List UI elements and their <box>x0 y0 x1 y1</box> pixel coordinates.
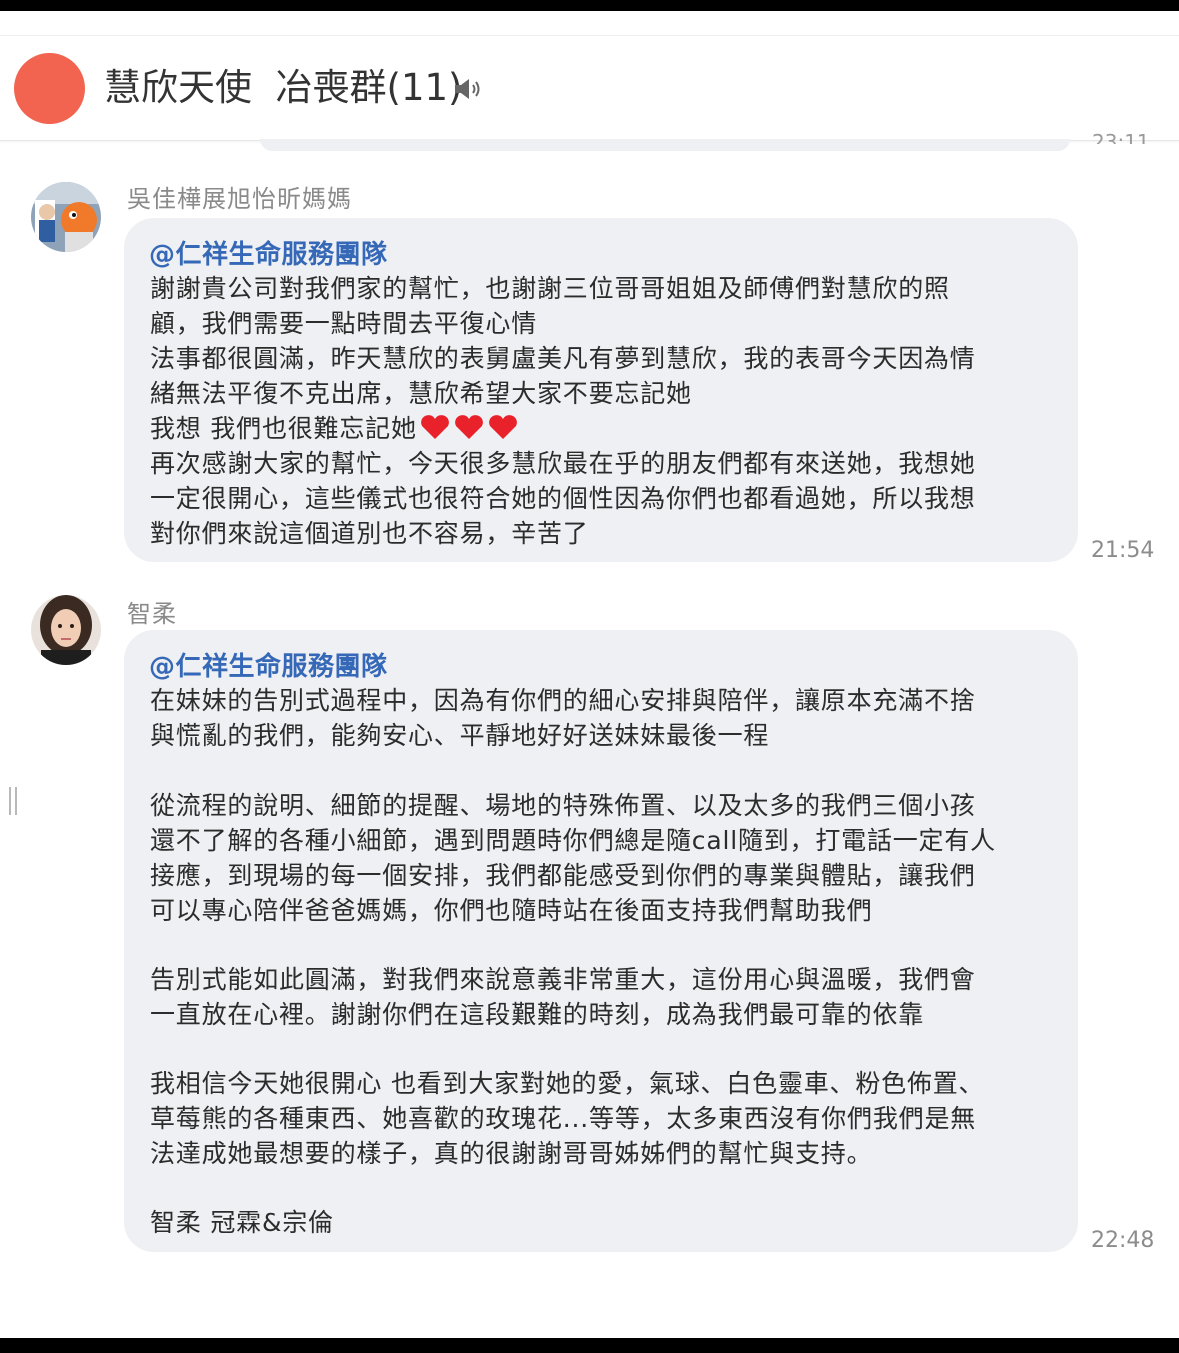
sender-name: 智柔 <box>127 600 177 628</box>
status-bar <box>0 0 1179 11</box>
heart-icon <box>453 414 485 446</box>
bottom-bar <box>0 1338 1179 1353</box>
message-line: 還不了解的各種小細節，遇到問題時你們總是隨call隨到，打電話一定有人 <box>150 826 996 855</box>
message-line: 接應，到現場的每一個安排，我們都能感受到你們的專業與體貼，讓我們 <box>150 861 976 890</box>
message-line: 與慌亂的我們，能夠安心、平靜地好好送妹妹最後一程 <box>150 721 770 750</box>
message-line: 從流程的說明、細節的提醒、場地的特殊佈置、以及太多的我們三個小孩 <box>150 791 976 820</box>
message-signature: 智柔 冠霖&宗倫 <box>150 1208 334 1237</box>
message-line: 顧，我們需要一點時間去平復心情 <box>150 309 538 338</box>
mention-link[interactable]: @仁祥生命服務團隊 <box>149 646 388 683</box>
heart-icon <box>419 414 451 446</box>
message-bubble[interactable]: @仁祥生命服務團隊 在妹妹的告別式過程中，因為有你們的細心安排與陪伴，讓原本充滿… <box>124 630 1078 1252</box>
heart-icon <box>487 414 519 446</box>
sender-avatar[interactable] <box>31 595 101 665</box>
message-line: 法事都很圓滿，昨天慧欣的表舅盧美凡有夢到慧欣，我的表哥今天因為情 <box>150 344 976 373</box>
message-line: 謝謝貴公司對我們家的幫忙，也謝謝三位哥哥姐姐及師傅們對慧欣的照 <box>150 274 950 303</box>
sender-avatar[interactable] <box>31 182 101 252</box>
chat-header: 慧欣天使 冶喪群(11) <box>0 35 1179 141</box>
message-line: 對你們來說這個道別也不容易，辛苦了 <box>150 519 589 548</box>
message-line: 一定很開心，這些儀式也很符合她的個性因為你們也都看過她，所以我想 <box>150 484 976 513</box>
message-line: 草莓熊的各種東西、她喜歡的玫瑰花...等等，太多東西沒有你們我們是無 <box>150 1104 977 1133</box>
panel-resize-handle[interactable] <box>9 787 21 815</box>
message-line: 我相信今天她很開心 也看到大家對她的愛，氣球、白色靈車、粉色佈置、 <box>150 1069 985 1098</box>
previous-message-bubble-edge <box>260 139 1070 151</box>
previous-message-time: 23:11 <box>1092 130 1150 144</box>
message-line: 一直放在心裡。謝謝你們在這段艱難的時刻，成為我們最可靠的依靠 <box>150 1000 925 1029</box>
message-bubble[interactable]: @仁祥生命服務團隊 謝謝貴公司對我們家的幫忙，也謝謝三位哥哥姐姐及師傅們對慧欣的… <box>124 218 1078 562</box>
message-line-with-hearts: 我想 我們也很難忘記她 <box>150 409 519 446</box>
message-line: 再次感謝大家的幫忙，今天很多慧欣最在乎的朋友們都有來送她，我想她 <box>150 449 976 478</box>
mention-link[interactable]: @仁祥生命服務團隊 <box>149 234 388 271</box>
message-line: 緒無法平復不克出席，慧欣希望大家不要忘記她 <box>150 379 692 408</box>
speaker-icon[interactable] <box>452 76 482 102</box>
message-line: 法達成她最想要的樣子，真的很謝謝哥哥姊姊們的幫忙與支持。 <box>150 1139 873 1168</box>
message-text: 我想 我們也很難忘記她 <box>150 414 417 443</box>
message-line: 可以專心陪伴爸爸媽媽，你們也隨時站在後面支持我們幫助我們 <box>150 896 873 925</box>
group-avatar[interactable] <box>14 53 85 124</box>
message-line: 告別式能如此圓滿，對我們來說意義非常重大，這份用心與溫暖，我們會 <box>150 965 976 994</box>
message-time: 22:48 <box>1091 1228 1155 1253</box>
message-line: 在妹妹的告別式過程中，因為有你們的細心安排與陪伴，讓原本充滿不捨 <box>150 686 976 715</box>
sender-name: 吳佳樺展旭怡昕媽媽 <box>127 185 352 213</box>
group-title[interactable]: 慧欣天使 冶喪群(11) <box>104 64 462 112</box>
message-time: 21:54 <box>1091 538 1155 563</box>
